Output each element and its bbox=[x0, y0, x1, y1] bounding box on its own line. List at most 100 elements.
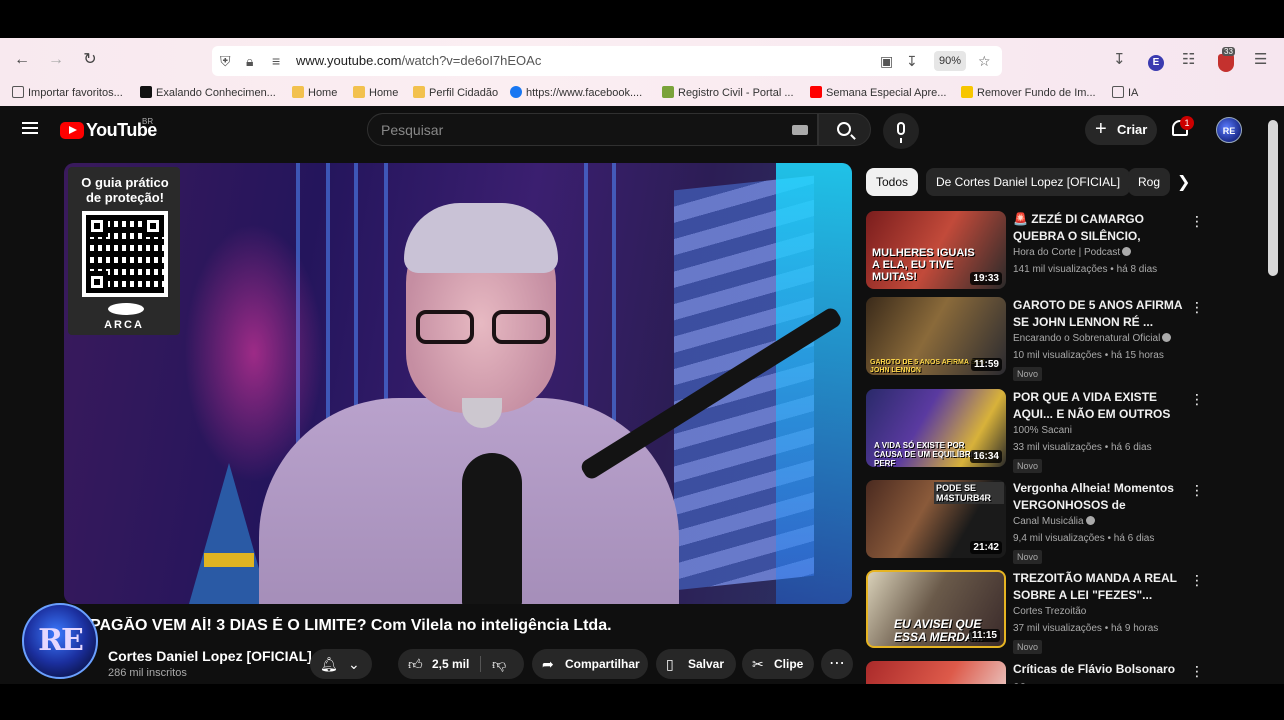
recommendation-title[interactable]: Críticas de Flávio Bolsonaro as bbox=[1013, 661, 1183, 684]
upload-age: há 6 dias bbox=[1113, 533, 1155, 544]
share-arrow-icon: ➦ bbox=[542, 656, 554, 672]
recommendation-item[interactable]: A VIDA SÓ EXISTE POR CAUSA DE UM EQUILÍB… bbox=[866, 389, 1204, 473]
chip-rog[interactable]: Rog bbox=[1128, 168, 1170, 196]
recommendation-item[interactable]: PODE SE M4STURB4R 21:42 Vergonha Alheia!… bbox=[866, 480, 1204, 564]
verified-icon bbox=[1122, 247, 1132, 256]
recommendation-item[interactable]: GAROTO DE 5 ANOS AFIRMA SER JOHN LENNON … bbox=[866, 297, 1204, 381]
zoom-level[interactable]: 90% bbox=[934, 51, 966, 71]
video-thumbnail[interactable] bbox=[866, 661, 1006, 684]
x-icon bbox=[140, 86, 152, 98]
menu-icon[interactable] bbox=[22, 122, 38, 134]
youtube-logo[interactable]: YouTube BR bbox=[60, 117, 157, 141]
bookmark-item[interactable]: Importar favoritos... bbox=[12, 85, 123, 101]
like-divider bbox=[480, 656, 481, 672]
kebab-menu-icon[interactable]: ⋮ bbox=[1190, 299, 1204, 316]
channel-avatar[interactable]: RE bbox=[22, 603, 98, 679]
kebab-menu-icon[interactable]: ⋮ bbox=[1190, 213, 1204, 230]
chip-todos[interactable]: Todos bbox=[866, 168, 919, 196]
thumbs-up-icon[interactable]: 👍︎ bbox=[408, 649, 423, 679]
kebab-menu-icon[interactable]: ⋮ bbox=[1190, 572, 1204, 589]
share-button[interactable]: ➦ Compartilhar bbox=[532, 649, 648, 679]
page-scrollbar[interactable] bbox=[1268, 120, 1278, 276]
save-page-icon[interactable]: ↧ bbox=[906, 52, 918, 70]
letterbox-top bbox=[0, 0, 1284, 38]
url-domain: www.youtube.com bbox=[296, 53, 402, 68]
clip-button[interactable]: ✂︎ Clipe bbox=[742, 649, 814, 679]
bookmark-item[interactable]: Remover Fundo de Im... bbox=[961, 85, 1096, 101]
bookmark-item[interactable]: Semana Especial Apre... bbox=[810, 85, 946, 101]
bookmark-item[interactable]: https://www.facebook.... bbox=[510, 85, 642, 101]
save-button[interactable]: ▯ Salvar bbox=[656, 649, 736, 679]
search-icon bbox=[837, 122, 851, 136]
recommendation-title[interactable]: GAROTO DE 5 ANOS AFIRMA SE JOHN LENNON R… bbox=[1013, 297, 1183, 331]
video-duration: 11:59 bbox=[970, 358, 1002, 371]
video-thumbnail[interactable]: MULHERES IGUAIS A ELA, EU TIVE MUITAS! 1… bbox=[866, 211, 1006, 289]
reload-icon[interactable]: ↻ bbox=[80, 50, 100, 70]
url-text[interactable]: www.youtube.com/watch?v=de6oI7hEOAc bbox=[296, 53, 541, 68]
bookmark-label: Importar favoritos... bbox=[28, 87, 123, 99]
extension-e-icon[interactable]: E bbox=[1148, 55, 1164, 71]
video-thumbnail[interactable]: EU AVISEI QUE ESSA MERDA... 11:15 bbox=[866, 570, 1006, 648]
thumbs-down-icon[interactable]: 👎︎ bbox=[492, 649, 506, 679]
hand-icon bbox=[353, 86, 365, 98]
chip-channel[interactable]: De Cortes Daniel Lopez [OFICIAL] bbox=[926, 168, 1131, 196]
kebab-menu-icon[interactable]: ⋮ bbox=[1190, 482, 1204, 499]
bookmark-item[interactable]: Home bbox=[292, 85, 337, 101]
keyboard-icon[interactable] bbox=[792, 125, 808, 135]
downloads-icon[interactable]: ↧ bbox=[1113, 50, 1126, 70]
recommendation-title[interactable]: Vergonha Alheia! Momentos VERGONHOSOS de… bbox=[1013, 480, 1183, 514]
forward-arrow-icon[interactable]: → bbox=[46, 50, 66, 70]
lock-icon[interactable]: 🔒︎ bbox=[246, 52, 253, 70]
video-thumbnail[interactable]: GAROTO DE 5 ANOS AFIRMA SER JOHN LENNON … bbox=[866, 297, 1006, 375]
address-bar[interactable]: ⛨ 🔒︎ ≡ www.youtube.com/watch?v=de6oI7hEO… bbox=[212, 46, 1002, 76]
like-count[interactable]: 2,5 mil bbox=[432, 649, 469, 679]
microphone-icon bbox=[897, 122, 905, 143]
bookmark-item[interactable]: Home bbox=[353, 85, 398, 101]
search-button[interactable] bbox=[818, 113, 871, 146]
video-duration: 11:15 bbox=[968, 629, 1000, 642]
shield-icon[interactable]: ⛨ bbox=[220, 52, 231, 70]
cyan-light bbox=[776, 163, 852, 604]
search-input[interactable]: Pesquisar bbox=[367, 113, 818, 146]
ublock-shield-icon[interactable] bbox=[1218, 54, 1234, 72]
recommendation-title[interactable]: TREZOITÃO MANDA A REAL SOBRE A LEI "FEZE… bbox=[1013, 570, 1183, 604]
video-player[interactable]: O guia prático de proteção! ARCA bbox=[64, 163, 852, 604]
bookmark-item[interactable]: IA bbox=[1112, 85, 1138, 101]
bookmark-label: Home bbox=[369, 87, 399, 99]
recommendation-item[interactable]: Críticas de Flávio Bolsonaro as ⋮ bbox=[866, 661, 1204, 684]
like-dislike-group: 👍︎ 2,5 mil 👎︎ bbox=[398, 649, 524, 679]
recommendation-item[interactable]: EU AVISEI QUE ESSA MERDA... 11:15 TREZOI… bbox=[866, 570, 1204, 654]
channel-name[interactable]: Cortes Daniel Lopez [OFICIAL] bbox=[108, 648, 312, 664]
presenter-hair bbox=[404, 203, 558, 273]
create-button[interactable]: + Criar bbox=[1085, 115, 1157, 145]
bookmark-item[interactable]: Exalando Conhecimen... bbox=[140, 85, 276, 101]
region-code: BR bbox=[142, 117, 154, 126]
picture-in-picture-icon[interactable]: ▣ bbox=[880, 52, 893, 70]
recommendation-title[interactable]: POR QUE A VIDA EXISTE AQUI... E NÃO EM O… bbox=[1013, 389, 1183, 423]
recommendation-title[interactable]: 🚨 ZEZÉ DI CAMARGO QUEBRA O SILÊNCIO, ASS… bbox=[1013, 211, 1183, 245]
back-arrow-icon[interactable]: ← bbox=[12, 50, 32, 70]
video-thumbnail[interactable]: A VIDA SÓ EXISTE POR CAUSA DE UM EQUILÍB… bbox=[866, 389, 1006, 467]
filter-chips: Todos De Cortes Daniel Lopez [OFICIAL] R… bbox=[866, 168, 1196, 198]
chevron-right-icon[interactable]: ❯ bbox=[1177, 172, 1190, 192]
bookmark-item[interactable]: Registro Civil - Portal ... bbox=[662, 85, 794, 101]
bookmark-star-icon[interactable]: ☆ bbox=[978, 52, 991, 70]
kebab-menu-icon[interactable]: ⋮ bbox=[1190, 391, 1204, 408]
account-avatar[interactable]: RE bbox=[1216, 117, 1242, 143]
recommendation-item[interactable]: MULHERES IGUAIS A ELA, EU TIVE MUITAS! 1… bbox=[866, 211, 1204, 295]
new-badge: Novo bbox=[1013, 367, 1043, 381]
sponsor-card-title: O guia prático de proteção! bbox=[81, 175, 169, 205]
bookmark-item[interactable]: Perfil Cidadão bbox=[413, 85, 498, 101]
recommendation-channel: Hora do Corte | Podcast bbox=[1013, 247, 1183, 258]
app-menu-icon[interactable]: ☰ bbox=[1254, 50, 1267, 70]
video-thumbnail[interactable]: PODE SE M4STURB4R 21:42 bbox=[866, 480, 1006, 558]
save-label: Salvar bbox=[688, 657, 725, 671]
subscription-bell-button[interactable]: 🔔︎ ⌄ bbox=[310, 649, 372, 679]
site-permissions-icon[interactable]: ≡ bbox=[272, 52, 280, 70]
kebab-menu-icon[interactable]: ⋮ bbox=[1190, 663, 1204, 680]
voice-search-button[interactable] bbox=[883, 113, 919, 149]
recommendation-meta: 9,4 mil visualizações • há 6 dias bbox=[1013, 533, 1155, 544]
extensions-puzzle-icon[interactable]: ☷ bbox=[1182, 50, 1195, 70]
qr-finder bbox=[142, 215, 164, 237]
more-actions-button[interactable]: ⋯ bbox=[821, 649, 853, 679]
